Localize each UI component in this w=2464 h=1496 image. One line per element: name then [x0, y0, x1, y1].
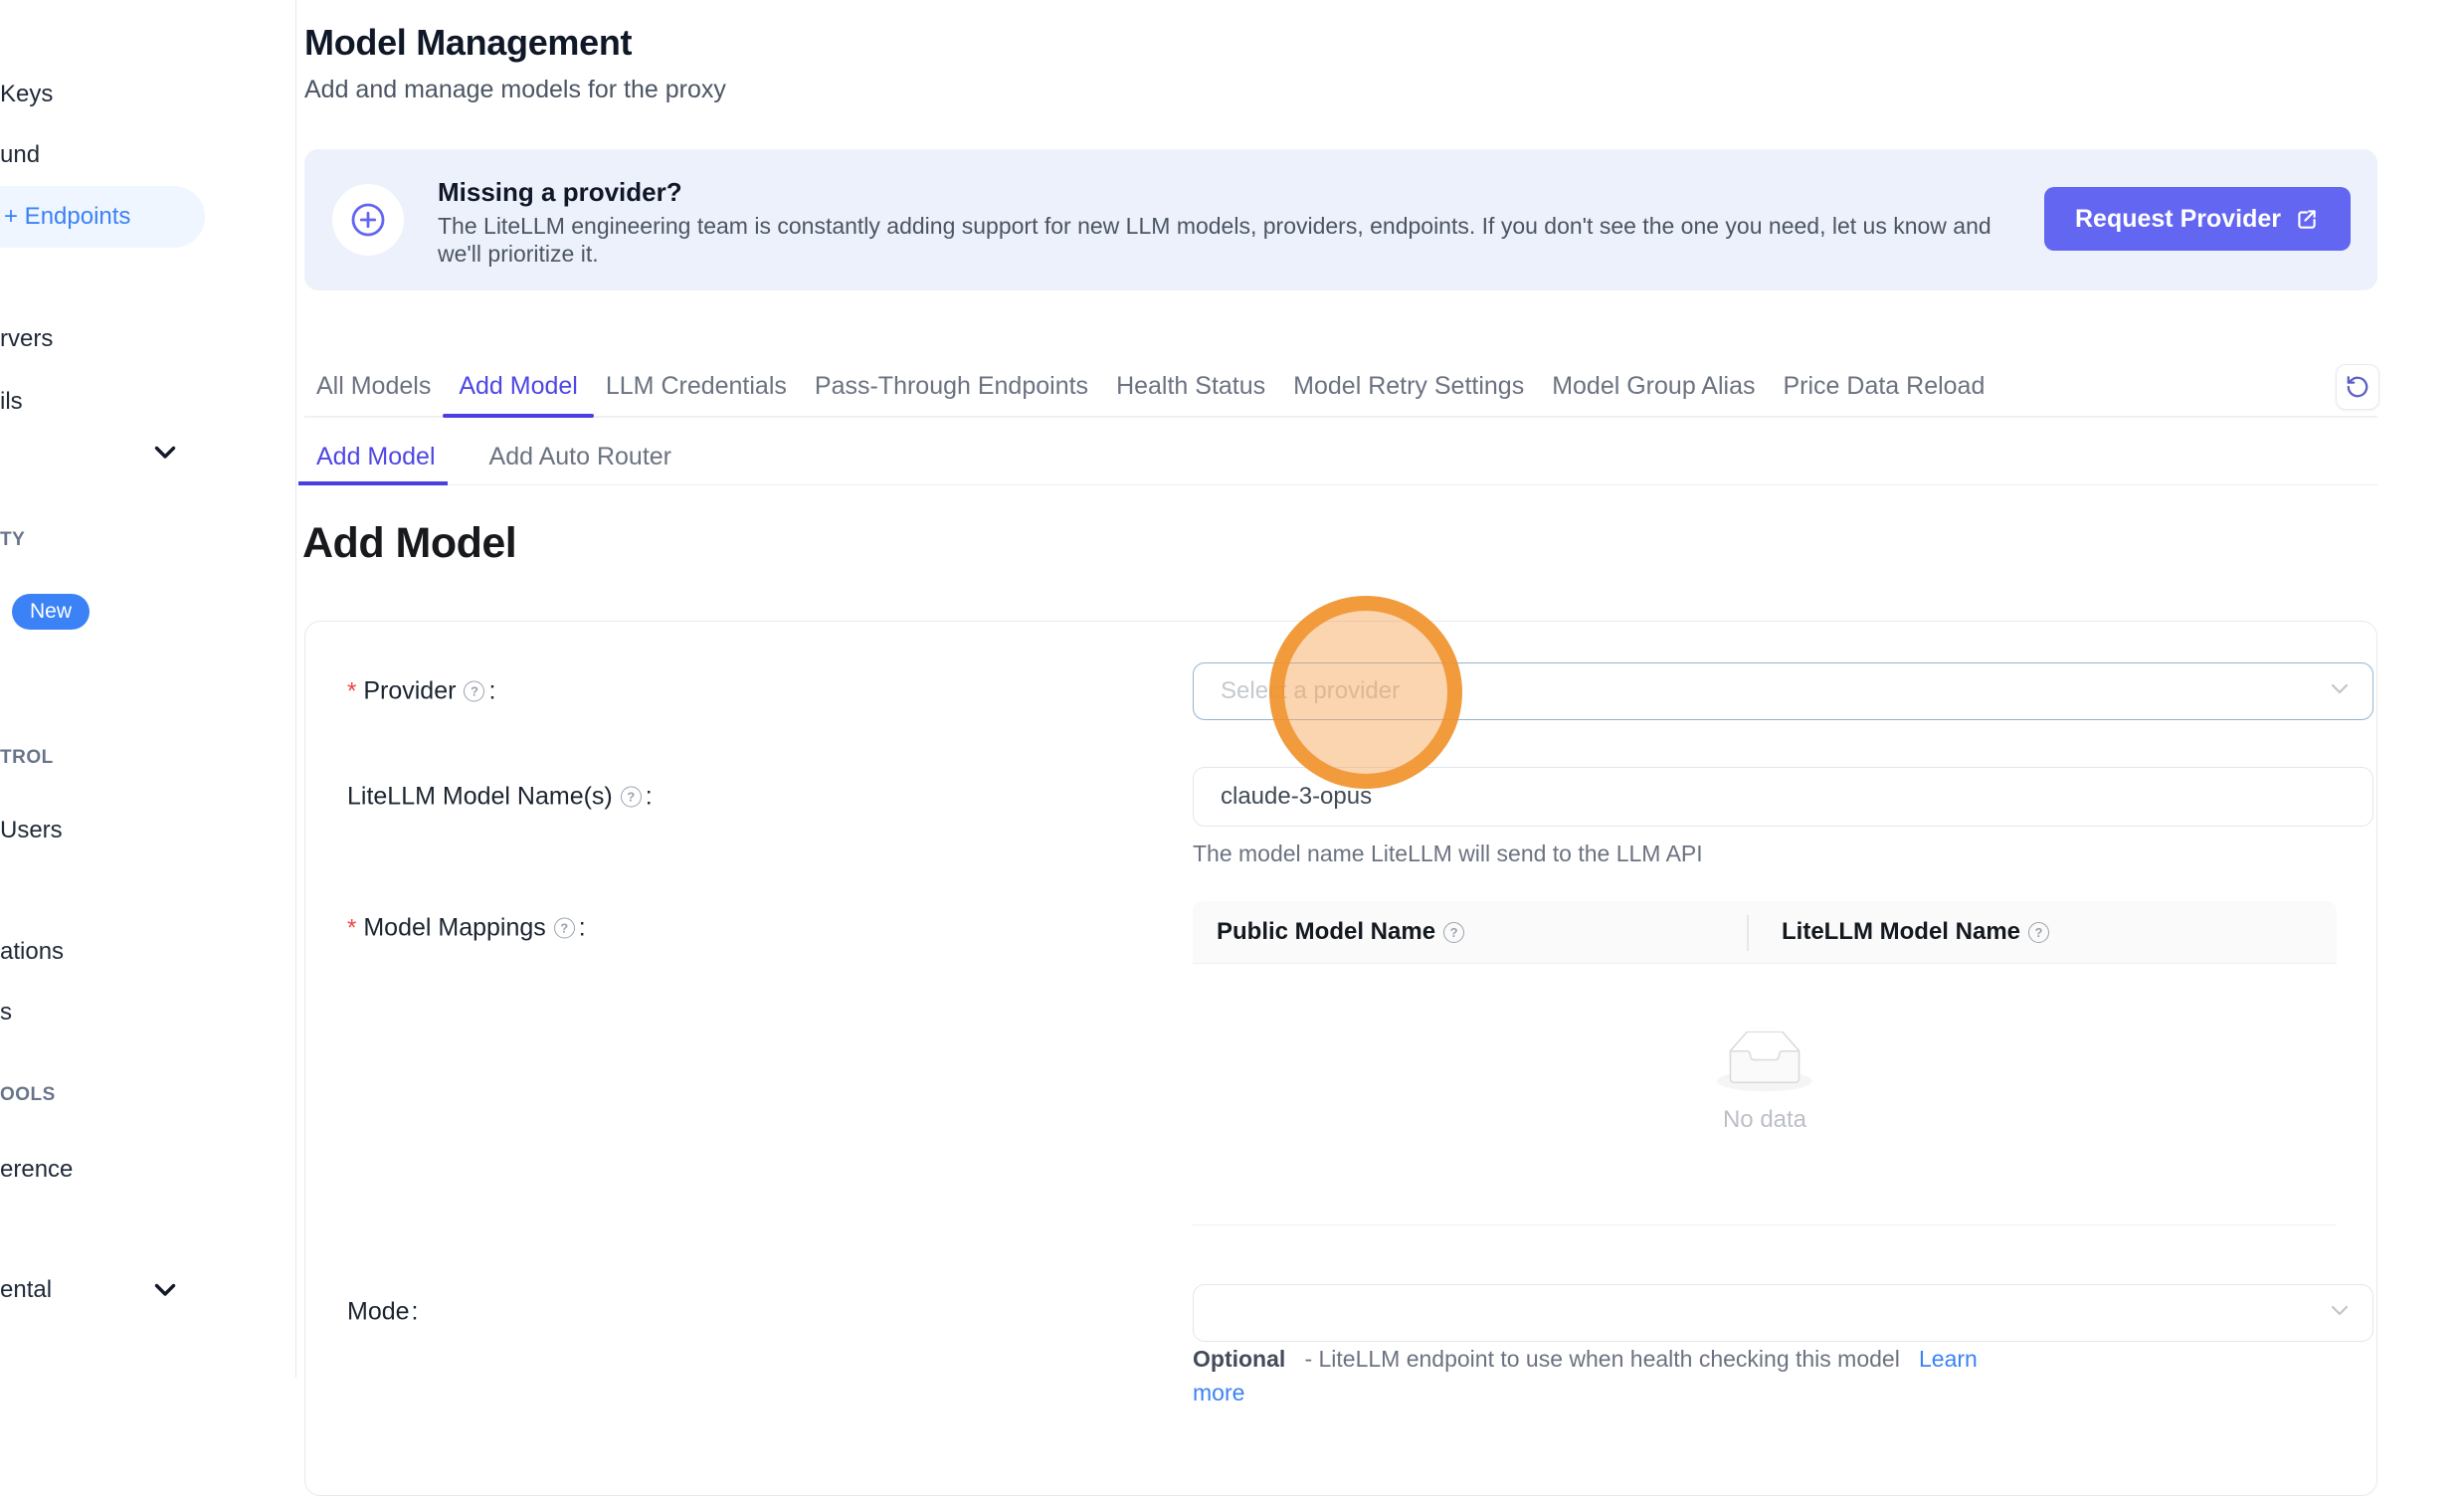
model-name-input[interactable]: claude-3-opus — [1193, 767, 2373, 827]
column-header-text: LiteLLM Model Name — [1782, 918, 2020, 946]
model-mappings-label-text: Model Mappings — [363, 914, 545, 943]
model-name-value: claude-3-opus — [1221, 783, 1372, 811]
missing-provider-banner: Missing a provider? The LiteLLM engineer… — [304, 149, 2377, 290]
column-divider — [1747, 915, 1749, 951]
tab-llm-credentials[interactable]: LLM Credentials — [606, 356, 787, 416]
chevron-down-icon — [2331, 682, 2349, 700]
sidebar-item-rails[interactable]: ils — [0, 388, 23, 416]
sidebar-section-tools: OOLS — [0, 1084, 56, 1106]
label-colon: : — [412, 1298, 419, 1327]
learn-more-link[interactable]: Learn — [1919, 1346, 1978, 1372]
sidebar-item-playground[interactable]: und — [0, 141, 40, 169]
required-asterisk: * — [347, 914, 356, 942]
add-model-heading: Add Model — [302, 519, 516, 568]
sidebar-section-control: TROL — [0, 747, 54, 769]
column-header-litellm-model-name: LiteLLM Model Name ? — [1782, 918, 2051, 946]
mode-select[interactable] — [1193, 1284, 2373, 1342]
optional-label: Optional — [1193, 1346, 1285, 1372]
request-provider-button[interactable]: Request Provider — [2044, 187, 2351, 251]
request-provider-label: Request Provider — [2075, 205, 2281, 234]
refresh-button[interactable] — [2336, 364, 2379, 410]
column-header-public-model-name: Public Model Name ? — [1217, 918, 1466, 946]
mode-help-body: - LiteLLM endpoint to use when health ch… — [1304, 1346, 1899, 1372]
sidebar-item-keys[interactable]: Keys — [0, 81, 53, 108]
model-tabs: All Models Add Model LLM Credentials Pas… — [304, 356, 2377, 418]
add-model-subtabs: Add Model Add Auto Router — [304, 430, 2377, 485]
provider-label-text: Provider — [363, 677, 456, 706]
sidebar-item-experimental[interactable]: ental — [0, 1276, 52, 1304]
refresh-icon — [2345, 374, 2370, 400]
provider-label: * Provider ? : — [347, 677, 495, 706]
chevron-down-icon[interactable] — [154, 446, 176, 466]
label-colon: : — [646, 783, 653, 812]
sidebar-item-organizations[interactable]: ations — [0, 938, 64, 966]
model-mappings-table: Public Model Name ? LiteLLM Model Name ?… — [1193, 901, 2337, 1225]
label-colon: : — [488, 677, 495, 706]
help-icon[interactable]: ? — [1443, 922, 1464, 943]
help-icon[interactable]: ? — [621, 787, 642, 808]
column-header-text: Public Model Name — [1217, 918, 1435, 946]
empty-inbox-icon — [1717, 1031, 1812, 1098]
chevron-down-icon — [2331, 1304, 2349, 1322]
subtab-add-auto-router[interactable]: Add Auto Router — [489, 431, 671, 484]
page-title: Model Management — [304, 22, 632, 64]
learn-more-link-wrap[interactable]: more — [1193, 1378, 1244, 1407]
chevron-down-icon[interactable] — [154, 1283, 176, 1303]
sidebar-item-teams[interactable]: s — [0, 999, 12, 1027]
sidebar-item-users[interactable]: Users — [0, 817, 63, 844]
model-name-label: LiteLLM Model Name(s) ? : — [347, 783, 653, 812]
tab-model-retry-settings[interactable]: Model Retry Settings — [1293, 356, 1524, 416]
subtab-add-model[interactable]: Add Model — [316, 431, 436, 484]
tab-all-models[interactable]: All Models — [316, 356, 431, 416]
tab-model-group-alias[interactable]: Model Group Alias — [1552, 356, 1755, 416]
tab-add-model[interactable]: Add Model — [459, 356, 578, 416]
no-data-text: No data — [1193, 1106, 2337, 1134]
table-header-row: Public Model Name ? LiteLLM Model Name ? — [1193, 901, 2337, 964]
required-asterisk: * — [347, 677, 356, 705]
sidebar-section-security: TY — [0, 529, 25, 551]
help-icon[interactable]: ? — [554, 918, 575, 939]
help-icon[interactable]: ? — [2028, 922, 2049, 943]
plus-circle-icon — [332, 184, 404, 256]
external-link-icon — [2294, 206, 2320, 232]
provider-placeholder: Select a provider — [1221, 677, 1400, 705]
tab-price-data-reload[interactable]: Price Data Reload — [1783, 356, 1985, 416]
sidebar: Keys und + Endpoints rvers ils TY New TR… — [0, 0, 296, 1378]
label-colon: : — [579, 914, 586, 943]
mode-label-text: Mode — [347, 1298, 410, 1327]
sidebar-item-endpoints[interactable]: + Endpoints — [4, 203, 130, 231]
sidebar-item-servers[interactable]: rvers — [0, 325, 53, 353]
mode-help-text: Optional - LiteLLM endpoint to use when … — [1193, 1344, 1978, 1374]
new-badge: New — [12, 594, 90, 630]
table-bottom-border — [1193, 1224, 2337, 1225]
provider-select[interactable]: Select a provider — [1193, 662, 2373, 720]
tab-health-status[interactable]: Health Status — [1116, 356, 1265, 416]
banner-title: Missing a provider? — [438, 177, 682, 208]
model-name-help-text: The model name LiteLLM will send to the … — [1193, 839, 1703, 868]
sidebar-item-inference[interactable]: erence — [0, 1156, 73, 1184]
model-mappings-label: * Model Mappings ? : — [347, 914, 586, 943]
tab-pass-through-endpoints[interactable]: Pass-Through Endpoints — [815, 356, 1088, 416]
banner-body: The LiteLLM engineering team is constant… — [438, 212, 2029, 268]
page-subtitle: Add and manage models for the proxy — [304, 76, 726, 104]
mode-label: Mode : — [347, 1298, 419, 1327]
help-icon[interactable]: ? — [464, 681, 484, 702]
model-name-label-text: LiteLLM Model Name(s) — [347, 783, 613, 812]
add-model-form-card: * Provider ? : Select a provider LiteLLM… — [304, 621, 2377, 1496]
